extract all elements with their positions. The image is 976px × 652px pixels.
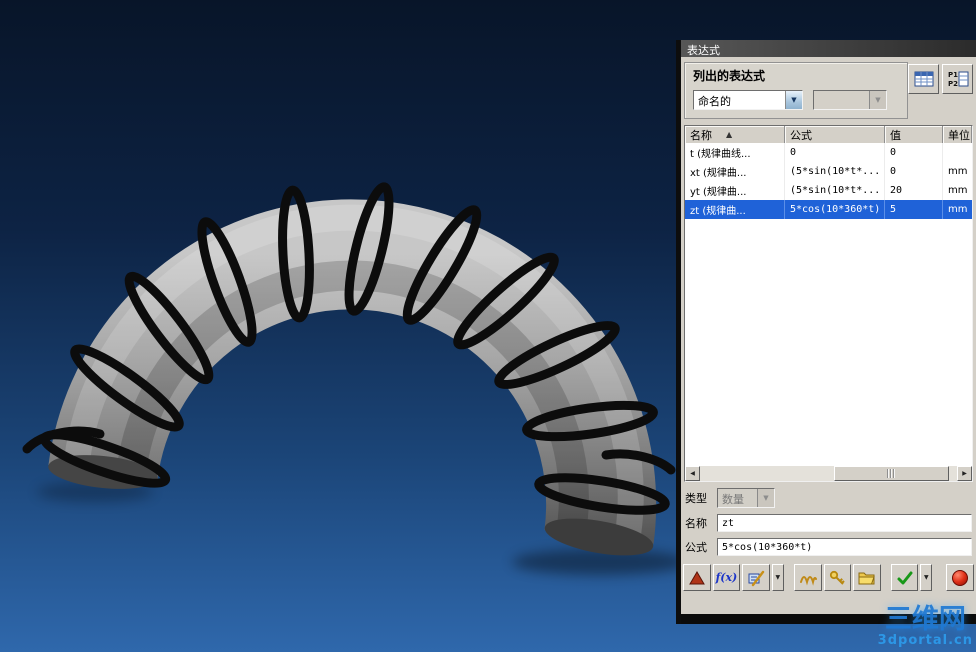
format-editor-icon xyxy=(748,570,765,586)
p1p2-list-icon: P1 P2 xyxy=(948,71,968,88)
secondary-filter-combo: ▼ xyxy=(813,90,887,110)
column-header-name[interactable]: 名称 ▲ xyxy=(685,126,785,143)
key-icon xyxy=(830,570,846,585)
formula-input[interactable] xyxy=(717,538,972,556)
scroll-right-arrow-icon[interactable]: ▶ xyxy=(957,466,972,481)
apply-check-icon xyxy=(897,571,913,584)
cancel-ball-icon xyxy=(952,569,969,586)
chevron-down-icon[interactable]: ▼ xyxy=(785,91,802,109)
edit-format-dropdown[interactable]: ▼ xyxy=(771,564,784,591)
expression-filter-combo[interactable]: 命名的 ▼ xyxy=(693,90,803,110)
formula-field-row: 公式 xyxy=(681,538,976,556)
spreadsheet-icon xyxy=(914,71,933,87)
chevron-down-icon: ▼ xyxy=(869,91,886,109)
p1p2-list-button[interactable]: P1 P2 xyxy=(942,64,973,94)
listed-expressions-label: 列出的表达式 xyxy=(693,69,766,83)
watermark-url: 3dportal.cn xyxy=(877,633,973,649)
spreadsheet-button[interactable] xyxy=(908,64,939,94)
name-field-row: 名称 xyxy=(681,514,976,532)
name-input[interactable] xyxy=(717,514,972,532)
listed-expressions-group: 列出的表达式 命名的 ▼ ▼ xyxy=(684,62,908,119)
expressions-table: 名称 ▲ 公式 值 单位 t (规律曲线... 0 0 xt (规律曲... (… xyxy=(684,125,973,482)
spring-icon xyxy=(799,575,817,586)
dialog-title: 表达式 xyxy=(687,44,720,57)
column-header-formula[interactable]: 公式 xyxy=(785,126,885,143)
dialog-header-area: 列出的表达式 命名的 ▼ ▼ P1 P2 xyxy=(681,57,976,122)
table-row[interactable]: t (规律曲线... 0 0 xyxy=(685,143,972,162)
cancel-button[interactable] xyxy=(946,564,974,591)
horizontal-scrollbar[interactable]: ◀ ▶ xyxy=(685,466,972,481)
export-expressions-button[interactable] xyxy=(683,564,711,591)
screenshot-root: 表达式 列出的表达式 命名的 ▼ ▼ P1 P2 名称 ▲ 公式 值 单位 t … xyxy=(0,0,976,652)
dialog-titlebar[interactable]: 表达式 xyxy=(681,40,976,57)
lock-expressions-button[interactable] xyxy=(823,564,852,591)
scrollbar-thumb[interactable] xyxy=(834,466,950,481)
expression-filter-value: 命名的 xyxy=(698,95,731,108)
function-fx-icon: f(x) xyxy=(715,571,738,584)
chevron-down-icon: ▼ xyxy=(757,489,774,507)
formula-label: 公式 xyxy=(685,541,707,554)
svg-text:P1: P1 xyxy=(948,71,958,79)
name-label: 名称 xyxy=(685,517,707,530)
table-header: 名称 ▲ 公式 值 单位 xyxy=(685,126,972,143)
apply-button[interactable] xyxy=(890,564,919,591)
scrollbar-grip-icon xyxy=(887,469,897,478)
export-triangle-icon xyxy=(688,570,705,584)
table-row-selected[interactable]: zt (规律曲... 5*cos(10*360*t) 5 mm xyxy=(685,200,972,219)
insert-spring-button[interactable] xyxy=(793,564,822,591)
column-header-unit[interactable]: 单位 xyxy=(943,126,972,143)
expressions-dialog: 表达式 列出的表达式 命名的 ▼ ▼ P1 P2 名称 ▲ 公式 值 单位 t … xyxy=(676,40,976,624)
apply-dropdown[interactable]: ▼ xyxy=(920,564,933,591)
table-row[interactable]: xt (规律曲... (5*sin(10*t*... 0 mm xyxy=(685,162,972,181)
open-folder-icon xyxy=(858,572,876,585)
type-combo: 数量 ▼ xyxy=(717,488,775,508)
type-field-row: 类型 数量 ▼ xyxy=(681,488,976,508)
type-label: 类型 xyxy=(685,492,707,505)
tube-model[interactable] xyxy=(37,199,688,575)
scroll-left-arrow-icon[interactable]: ◀ xyxy=(685,466,700,481)
watermark-title: 三维网 xyxy=(884,604,966,636)
function-editor-button[interactable]: f(x) xyxy=(712,564,741,591)
watermark: 三维网 3dportal.cn xyxy=(877,604,973,649)
svg-text:P2: P2 xyxy=(948,80,958,88)
column-header-value[interactable]: 值 xyxy=(885,126,943,143)
table-row[interactable]: yt (规律曲... (5*sin(10*t*... 20 mm xyxy=(685,181,972,200)
edit-format-button[interactable] xyxy=(742,564,770,591)
import-file-button[interactable] xyxy=(853,564,881,591)
dialog-toolbar: f(x) ▼ ▼ xyxy=(681,564,976,591)
sort-ascending-icon[interactable]: ▲ xyxy=(726,130,732,139)
